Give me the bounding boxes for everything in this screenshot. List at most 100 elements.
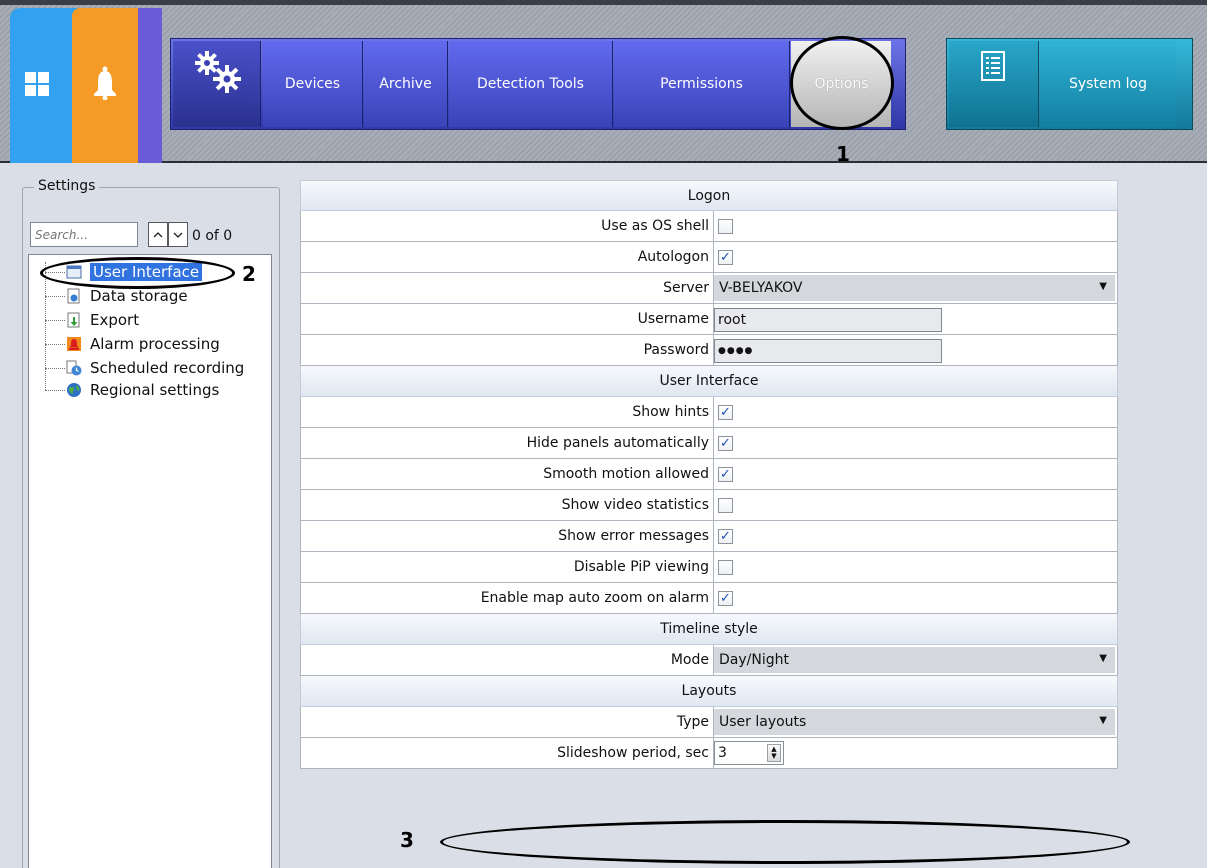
type-dropdown[interactable]: User layouts ▼ [714,709,1115,735]
username-field[interactable]: root [714,308,942,332]
annotation-ellipse-slideshow [440,820,1130,864]
row-label: Slideshow period, sec [301,738,714,768]
row-hide-panels: Hide panels automatically ✓ [300,428,1118,459]
annotation-number-1: 1 [836,142,850,166]
dropdown-arrow-icon: ▼ [1099,715,1107,726]
checklist-button[interactable] [949,41,1039,127]
toolbar-accent-strip [138,8,162,163]
settings-search-input[interactable] [30,222,138,247]
row-use-as-os-shell: Use as OS shell [300,211,1118,242]
section-layouts: Layouts [300,676,1118,707]
row-label: Disable PiP viewing [301,552,714,582]
tree-connector [45,262,46,390]
tab-permissions[interactable]: Permissions [614,41,790,127]
slideshow-period-stepper[interactable]: 3 ▲ ▼ [714,741,784,765]
disable-pip-checkbox[interactable] [718,559,733,575]
smooth-motion-checkbox[interactable]: ✓ [718,466,733,482]
show-hints-checkbox[interactable]: ✓ [718,404,733,420]
tree-connector [45,320,65,321]
row-map-auto-zoom: Enable map auto zoom on alarm ✓ [300,583,1118,614]
annotation-number-3: 3 [400,828,414,852]
export-icon [66,312,82,328]
settings-title: Settings [34,178,100,194]
annotation-ellipse-user-interface [40,257,235,289]
section-user-interface: User Interface [300,366,1118,397]
gears-button[interactable] [173,41,261,127]
tab-detection-tools[interactable]: Detection Tools [449,41,613,127]
row-label: Show video statistics [301,490,714,520]
row-show-hints: Show hints ✓ [300,397,1118,428]
row-label: Smooth motion allowed [301,459,714,489]
row-label: Type [301,707,714,737]
row-label: Hide panels automatically [301,428,714,458]
dropdown-arrow-icon: ▼ [1099,281,1107,292]
tab-devices[interactable]: Devices [263,41,363,127]
show-error-messages-checkbox[interactable]: ✓ [718,528,733,544]
row-disable-pip: Disable PiP viewing [300,552,1118,583]
row-show-video-statistics: Show video statistics [300,490,1118,521]
system-log-button[interactable]: System log [1040,41,1176,127]
slideshow-value: 3 [718,745,727,761]
server-dropdown[interactable]: V-BELYAKOV ▼ [714,275,1115,301]
mode-dropdown[interactable]: Day/Night ▼ [714,647,1115,673]
annotation-ellipse-options [790,36,894,130]
show-video-statistics-checkbox[interactable] [718,497,733,513]
section-timeline-style: Timeline style [300,614,1118,645]
row-label: Enable map auto zoom on alarm [301,583,714,613]
tab-archive[interactable]: Archive [364,41,448,127]
row-mode: Mode Day/Night ▼ [300,645,1118,676]
spin-buttons-icon[interactable]: ▲ ▼ [767,744,781,762]
bell-icon[interactable] [92,66,118,100]
tree-item-export[interactable]: Export [66,309,139,331]
chevron-down-icon [173,232,183,238]
tree-connector [45,368,65,369]
row-show-error-messages: Show error messages ✓ [300,521,1118,552]
row-label: Show hints [301,397,714,427]
row-slideshow-period: Slideshow period, sec 3 ▲ ▼ [300,738,1118,769]
clock-icon [66,360,82,376]
tree-connector [45,296,65,297]
row-smooth-motion: Smooth motion allowed ✓ [300,459,1118,490]
type-value: User layouts [719,714,807,730]
mode-value: Day/Night [719,652,789,668]
search-next-button[interactable] [168,222,188,247]
tree-connector [45,390,65,391]
row-label: Autologon [301,242,714,272]
map-auto-zoom-checkbox[interactable]: ✓ [718,590,733,606]
tree-item-scheduled-recording[interactable]: Scheduled recording [66,357,244,379]
checklist-icon [981,51,1005,81]
toolbar-top-rule [0,0,1207,5]
windows-icon[interactable] [25,72,49,96]
row-label: Show error messages [301,521,714,551]
chevron-up-icon [153,231,163,237]
row-label: Username [301,304,714,334]
hide-panels-checkbox[interactable]: ✓ [718,435,733,451]
row-type: Type User layouts ▼ [300,707,1118,738]
tree-item-alarm-processing[interactable]: Alarm processing [66,333,220,355]
password-field[interactable]: ●●●● [714,339,942,363]
options-property-grid: Logon Use as OS shell Autologon ✓ Server… [300,180,1118,769]
row-label: Server [301,273,714,303]
search-counter: 0 of 0 [192,228,233,244]
annotation-number-2: 2 [242,262,256,286]
tree-item-regional-settings[interactable]: Regional settings [66,379,219,401]
gears-icon [195,51,241,93]
globe-icon [66,382,82,398]
row-label: Mode [301,645,714,675]
row-password: Password ●●●● [300,335,1118,366]
use-as-os-shell-checkbox[interactable] [718,218,733,234]
alarm-icon [66,336,82,352]
row-label: Password [301,335,714,365]
row-server: Server V-BELYAKOV ▼ [300,273,1118,304]
row-autologon: Autologon ✓ [300,242,1118,273]
row-username: Username root [300,304,1118,335]
row-label: Use as OS shell [301,211,714,241]
storage-icon [66,288,82,304]
section-logon: Logon [300,180,1118,211]
search-prev-button[interactable] [148,222,168,247]
system-log-panel: System log [946,38,1193,130]
tree-connector [45,344,65,345]
dropdown-arrow-icon: ▼ [1099,653,1107,664]
autologon-checkbox[interactable]: ✓ [718,249,733,265]
server-value: V-BELYAKOV [719,280,803,296]
